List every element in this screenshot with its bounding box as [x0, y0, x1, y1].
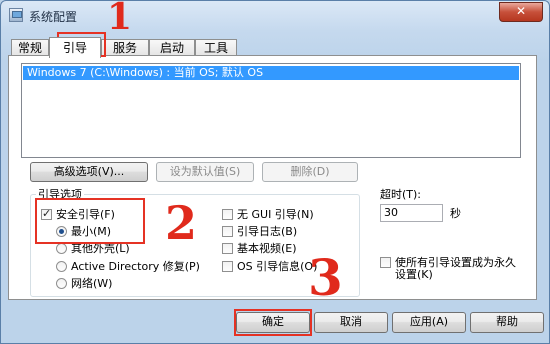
timeout-input[interactable]: 30: [380, 204, 443, 222]
base-video-label: 基本视频(E): [237, 242, 297, 255]
tab-startup[interactable]: 启动: [149, 39, 195, 56]
delete-button[interactable]: 删除(D): [262, 162, 358, 182]
close-button[interactable]: ✕: [499, 2, 543, 22]
network-label: 网络(W): [71, 277, 113, 290]
ok-button[interactable]: 确定: [236, 312, 310, 333]
advanced-options-button[interactable]: 高级选项(V)...: [30, 162, 148, 182]
make-permanent-label-line2: 设置(K): [395, 268, 433, 281]
os-boot-info-checkbox[interactable]: [222, 261, 233, 272]
network-radio[interactable]: [56, 278, 67, 289]
base-video-checkbox[interactable]: [222, 243, 233, 254]
boot-log-label: 引导日志(B): [237, 225, 298, 238]
window-title: 系统配置: [29, 10, 78, 24]
timeout-unit: 秒: [450, 207, 461, 220]
boot-options-title: 引导选项: [36, 186, 84, 202]
help-button[interactable]: 帮助: [470, 312, 544, 333]
alternate-shell-radio[interactable]: [56, 243, 67, 254]
title-bar[interactable]: 系统配置 ✕: [1, 1, 549, 31]
alternate-shell-label: 其他外壳(L): [71, 242, 130, 255]
safe-boot-label: 安全引导(F): [56, 208, 115, 221]
minimal-label: 最小(M): [71, 225, 112, 238]
ad-repair-label: Active Directory 修复(P): [71, 260, 200, 273]
minimal-radio[interactable]: [56, 226, 67, 237]
ad-repair-radio[interactable]: [56, 261, 67, 272]
tab-boot[interactable]: 引导: [49, 37, 101, 58]
timeout-label: 超时(T):: [380, 188, 422, 201]
make-permanent-checkbox[interactable]: [380, 257, 391, 268]
tab-services[interactable]: 服务: [101, 39, 149, 56]
apply-button[interactable]: 应用(A): [392, 312, 466, 333]
os-listbox[interactable]: Windows 7 (C:\Windows) : 当前 OS; 默认 OS: [21, 63, 521, 158]
system-config-icon: [9, 8, 23, 22]
boot-log-checkbox[interactable]: [222, 226, 233, 237]
tab-general[interactable]: 常规: [11, 39, 49, 56]
tab-tools[interactable]: 工具: [195, 39, 237, 56]
cancel-button[interactable]: 取消: [314, 312, 388, 333]
no-gui-boot-checkbox[interactable]: [222, 209, 233, 220]
os-list-item[interactable]: Windows 7 (C:\Windows) : 当前 OS; 默认 OS: [23, 66, 519, 80]
set-default-button[interactable]: 设为默认值(S): [156, 162, 254, 182]
safe-boot-checkbox[interactable]: [41, 207, 52, 220]
no-gui-boot-label: 无 GUI 引导(N): [237, 208, 314, 221]
os-boot-info-label: OS 引导信息(O): [237, 260, 318, 273]
